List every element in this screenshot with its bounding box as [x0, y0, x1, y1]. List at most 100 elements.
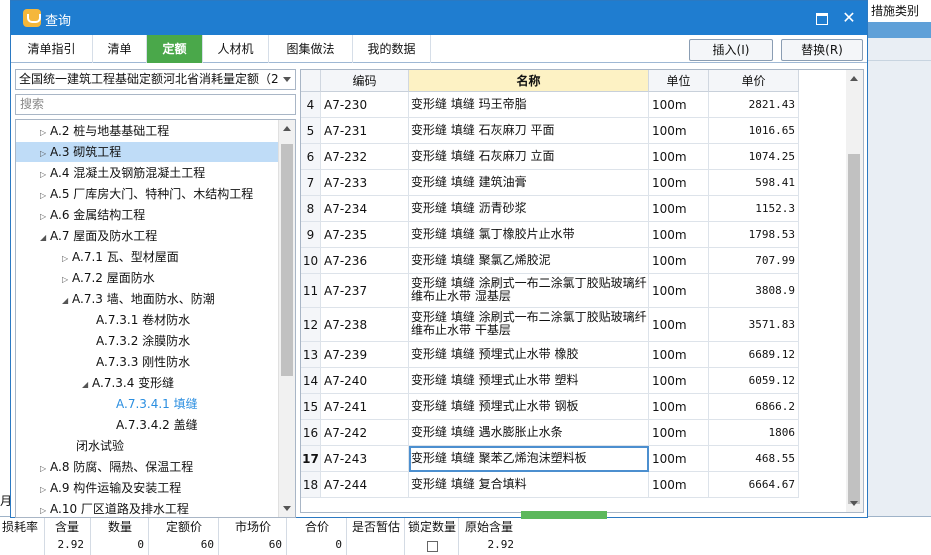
collapsed-arrow-icon[interactable]: ▷	[62, 249, 72, 269]
row-price[interactable]: 2821.43	[709, 92, 799, 118]
tab-quota[interactable]: 定额	[147, 35, 203, 63]
grid-header-code[interactable]: 编码	[321, 70, 409, 92]
row-price[interactable]: 1152.3	[709, 196, 799, 222]
expanded-arrow-icon[interactable]: ◢	[62, 291, 72, 311]
row-name[interactable]: 变形缝 填缝 建筑油膏	[409, 170, 649, 196]
row-unit[interactable]: 100m	[649, 118, 709, 144]
collapsed-arrow-icon[interactable]: ▷	[40, 480, 50, 500]
row-name[interactable]: 变形缝 填缝 氯丁橡胶片止水带	[409, 222, 649, 248]
tree-node[interactable]: ▷ A.7.2 屋面防水	[16, 268, 279, 288]
tab-list-guide[interactable]: 清单指引	[11, 35, 93, 63]
row-index[interactable]: 13	[301, 342, 321, 368]
row-name[interactable]: 变形缝 填缝 聚氯乙烯胶泥	[409, 248, 649, 274]
row-index[interactable]: 17	[301, 446, 321, 472]
expanded-arrow-icon[interactable]: ◢	[40, 228, 50, 248]
row-index[interactable]: 15	[301, 394, 321, 420]
row-price[interactable]: 707.99	[709, 248, 799, 274]
row-price[interactable]: 598.41	[709, 170, 799, 196]
row-name[interactable]: 变形缝 填缝 沥青砂浆	[409, 196, 649, 222]
tab-labor-material[interactable]: 人材机	[203, 35, 269, 63]
row-unit[interactable]: 100m	[649, 222, 709, 248]
insert-button[interactable]: 插入(I)	[689, 39, 773, 61]
collapsed-arrow-icon[interactable]: ▷	[40, 186, 50, 206]
tree-node[interactable]: ▷ A.9 构件运输及安装工程	[16, 478, 279, 498]
tree-node[interactable]: A.7.3.2 涂膜防水	[16, 331, 279, 351]
row-unit[interactable]: 100m	[649, 144, 709, 170]
search-input[interactable]: 搜索	[15, 94, 296, 115]
tree-scroll-thumb[interactable]	[281, 144, 293, 376]
row-index[interactable]: 14	[301, 368, 321, 394]
row-name[interactable]: 变形缝 填缝 聚苯乙烯泡沫塑料板	[409, 446, 649, 472]
row-code[interactable]: A7-241	[321, 394, 409, 420]
expanded-arrow-icon[interactable]: ◢	[82, 375, 92, 395]
tree-node[interactable]: ▷ A.5 厂库房大门、特种门、木结构工程	[16, 184, 279, 204]
row-index[interactable]: 10	[301, 248, 321, 274]
scroll-up-icon[interactable]	[850, 76, 858, 81]
grid-header-unit[interactable]: 单位	[649, 70, 709, 92]
lock-quantity-checkbox[interactable]	[427, 541, 438, 552]
scroll-up-icon[interactable]	[283, 126, 291, 131]
tree-node[interactable]: ◢ A.7.3 墙、地面防水、防潮	[16, 289, 279, 309]
grid-header-name[interactable]: 名称	[409, 70, 649, 92]
row-index[interactable]: 9	[301, 222, 321, 248]
row-price[interactable]: 3571.83	[709, 308, 799, 342]
row-code[interactable]: A7-233	[321, 170, 409, 196]
row-name[interactable]: 变形缝 填缝 遇水膨胀止水条	[409, 420, 649, 446]
row-index[interactable]: 16	[301, 420, 321, 446]
row-index[interactable]: 8	[301, 196, 321, 222]
row-code[interactable]: A7-232	[321, 144, 409, 170]
row-code[interactable]: A7-236	[321, 248, 409, 274]
tab-list[interactable]: 清单	[93, 35, 147, 63]
row-price[interactable]: 6866.2	[709, 394, 799, 420]
tree-node[interactable]: ▷ A.3 砌筑工程	[16, 142, 279, 162]
grid-scroll-thumb[interactable]	[848, 154, 860, 504]
row-price[interactable]: 1806	[709, 420, 799, 446]
row-index[interactable]: 7	[301, 170, 321, 196]
collapsed-arrow-icon[interactable]: ▷	[62, 270, 72, 290]
collapsed-arrow-icon[interactable]: ▷	[40, 459, 50, 479]
row-code[interactable]: A7-244	[321, 472, 409, 498]
row-price[interactable]: 6664.67	[709, 472, 799, 498]
row-unit[interactable]: 100m	[649, 368, 709, 394]
grid-scrollbar[interactable]	[846, 70, 863, 512]
row-index[interactable]: 18	[301, 472, 321, 498]
tab-atlas-method[interactable]: 图集做法	[269, 35, 353, 63]
row-code[interactable]: A7-235	[321, 222, 409, 248]
collapsed-arrow-icon[interactable]: ▷	[40, 123, 50, 143]
row-index[interactable]: 4	[301, 92, 321, 118]
panel-splitter-handle[interactable]	[521, 511, 607, 519]
row-index[interactable]: 5	[301, 118, 321, 144]
close-icon[interactable]: ✕	[839, 9, 859, 27]
tree-scrollbar[interactable]	[278, 120, 295, 517]
tree-node[interactable]: ◢ A.7 屋面及防水工程	[16, 226, 279, 246]
row-code[interactable]: A7-238	[321, 308, 409, 342]
row-name[interactable]: 变形缝 填缝 预埋式止水带 塑料	[409, 368, 649, 394]
replace-button[interactable]: 替换(R)	[781, 39, 863, 61]
scroll-down-icon[interactable]	[283, 506, 291, 511]
row-unit[interactable]: 100m	[649, 446, 709, 472]
row-code[interactable]: A7-243	[321, 446, 409, 472]
row-index[interactable]: 12	[301, 308, 321, 342]
row-unit[interactable]: 100m	[649, 342, 709, 368]
row-index[interactable]: 11	[301, 274, 321, 308]
row-code[interactable]: A7-240	[321, 368, 409, 394]
row-code[interactable]: A7-242	[321, 420, 409, 446]
quota-library-select[interactable]: 全国统一建筑工程基础定额河北省消耗量定额（2	[15, 69, 296, 90]
row-price[interactable]: 1016.65	[709, 118, 799, 144]
row-name[interactable]: 变形缝 填缝 石灰麻刀 平面	[409, 118, 649, 144]
grid-header-index[interactable]	[301, 70, 321, 92]
row-unit[interactable]: 100m	[649, 394, 709, 420]
row-price[interactable]: 6689.12	[709, 342, 799, 368]
row-unit[interactable]: 100m	[649, 274, 709, 308]
row-code[interactable]: A7-231	[321, 118, 409, 144]
tree-node[interactable]: ▷ A.4 混凝土及钢筋混凝土工程	[16, 163, 279, 183]
row-price[interactable]: 6059.12	[709, 368, 799, 394]
grid-header-price[interactable]: 单价	[709, 70, 799, 92]
tree-node[interactable]: 闭水试验	[16, 436, 279, 456]
tree-node[interactable]: ▷ A.8 防腐、隔热、保温工程	[16, 457, 279, 477]
row-price[interactable]: 3808.9	[709, 274, 799, 308]
tree-node[interactable]: ◢ A.7.3.4 变形缝	[16, 373, 279, 393]
row-name[interactable]: 变形缝 填缝 预埋式止水带 钢板	[409, 394, 649, 420]
row-code[interactable]: A7-237	[321, 274, 409, 308]
row-unit[interactable]: 100m	[649, 248, 709, 274]
